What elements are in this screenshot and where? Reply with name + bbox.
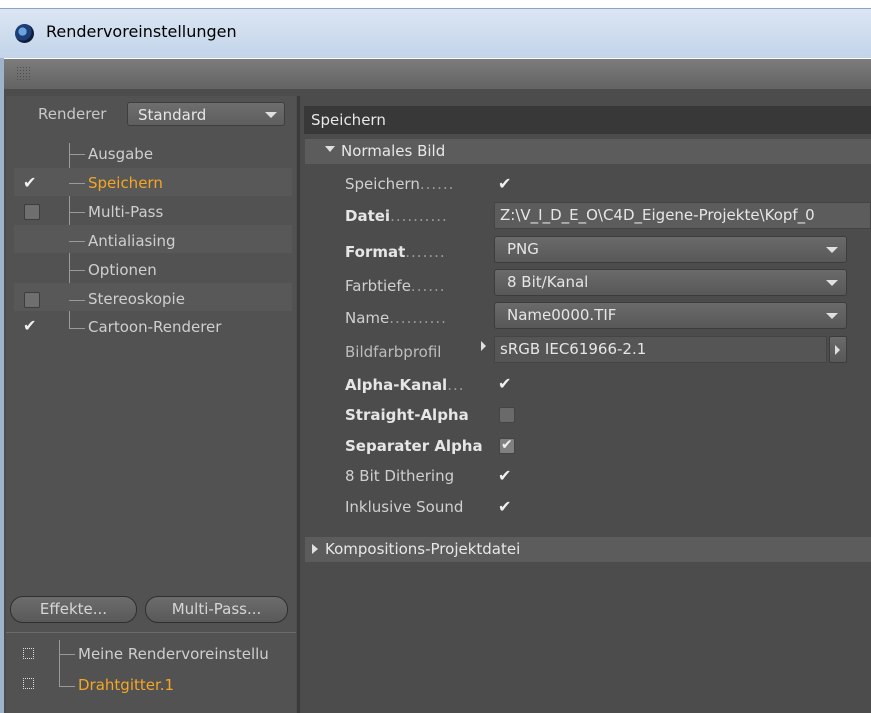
chevron-down-icon [826, 247, 838, 253]
sidebar-item-label: Stereoskopie [88, 290, 185, 308]
sidebar-item-label: Ausgabe [88, 145, 154, 163]
label-dots: ....... [405, 243, 446, 261]
render-setting-item[interactable]: Meine Rendervoreinstellu [78, 645, 294, 663]
name-dropdown[interactable]: Name0000.TIF [494, 302, 847, 329]
sidebar-item-label: Cartoon-Renderer [88, 318, 222, 336]
tree-branch [69, 328, 85, 329]
checkbox-unchecked[interactable] [24, 292, 40, 308]
label-dots: .......... [390, 207, 448, 225]
tree-branch [69, 183, 85, 184]
cinema4d-logo-icon [15, 24, 34, 43]
settings-node-icon[interactable] [23, 678, 34, 689]
triangle-right-icon [835, 345, 840, 355]
farbtiefe-label: Farbtiefe...... [345, 277, 446, 295]
section-header [304, 106, 871, 134]
format-dropdown[interactable]: PNG [494, 236, 847, 263]
checkmark-icon: ✔ [501, 437, 513, 453]
label-text: Alpha-Kanal [345, 376, 448, 394]
label-dots: .......... [389, 309, 447, 327]
file-path-field[interactable]: Z:\V_I_D_E_O\C4D_Eigene-Projekte\Kopf_0 [494, 202, 871, 229]
bildfarbprofil-label: Bildfarbprofil [345, 343, 442, 361]
sidebar-item-label: Speichern [88, 174, 163, 192]
panel-grip-bar[interactable] [4, 59, 871, 89]
straight-alpha-label: Straight-Alpha [345, 406, 469, 424]
grip-icon[interactable] [16, 66, 32, 80]
checkbox-unchecked[interactable] [24, 204, 40, 220]
dithering-checkbox[interactable]: ✔ [498, 468, 511, 484]
subsection-title: Normales Bild [341, 142, 446, 160]
label-dots: ...... [419, 175, 455, 193]
multipass-button[interactable]: Multi-Pass... [145, 596, 288, 623]
profile-menu-button[interactable] [829, 336, 847, 363]
tree-branch [59, 686, 75, 687]
speichern-label: Speichern...... [345, 175, 454, 193]
renderer-dropdown[interactable]: Standard [127, 102, 285, 126]
sidebar-item-label: Optionen [88, 261, 157, 279]
triangle-down-icon[interactable] [325, 146, 335, 152]
farbtiefe-value: 8 Bit/Kanal [507, 273, 589, 291]
checkmark-icon[interactable]: ✔ [23, 175, 36, 191]
color-depth-dropdown[interactable]: 8 Bit/Kanal [494, 269, 847, 296]
effects-button[interactable]: Effekte... [10, 596, 137, 623]
tree-branch [69, 270, 85, 271]
color-profile-field: sRGB IEC61966-2.1 [494, 336, 827, 363]
separater-alpha-checkbox[interactable]: ✔ [499, 437, 515, 454]
label-dots: ... [447, 376, 465, 394]
renderer-value: Standard [138, 106, 207, 124]
straight-alpha-checkbox[interactable] [499, 407, 515, 423]
tree-branch [69, 212, 85, 213]
format-value: PNG [507, 240, 539, 258]
name-value: Name0000.TIF [507, 306, 617, 324]
chevron-down-icon [826, 280, 838, 286]
label-text: Format [345, 243, 406, 261]
triangle-right-icon[interactable] [481, 341, 486, 351]
tree-line [59, 640, 60, 687]
tree-branch [69, 241, 85, 242]
divider [6, 632, 296, 633]
window-title: Rendervoreinstellungen [46, 22, 237, 41]
settings-node-icon[interactable] [23, 648, 34, 659]
sound-checkbox[interactable]: ✔ [498, 499, 511, 515]
format-label: Format....... [345, 243, 446, 261]
checkmark-icon[interactable]: ✔ [23, 318, 36, 334]
save-checkbox[interactable]: ✔ [498, 176, 511, 192]
sidebar-item-label: Multi-Pass [88, 203, 164, 221]
tree-branch [69, 300, 85, 301]
separater-alpha-label: Separater Alpha [345, 437, 483, 455]
render-setting-item-active[interactable]: Drahtgitter.1 [78, 676, 174, 694]
chevron-down-icon [826, 313, 838, 319]
alpha-label: Alpha-Kanal... [345, 376, 465, 394]
tree-branch [69, 154, 85, 155]
section-title: Speichern [311, 111, 386, 129]
sidebar-item-label: Antialiasing [88, 232, 176, 250]
alpha-checkbox[interactable]: ✔ [498, 376, 511, 392]
datei-label: Datei.......... [345, 207, 448, 225]
subsection-title: Kompositions-Projektdatei [325, 540, 521, 558]
chevron-down-icon [265, 112, 277, 118]
name-label: Name.......... [345, 309, 447, 327]
label-text: Datei [345, 207, 391, 225]
renderer-label: Renderer [38, 105, 107, 123]
label-text: Farbtiefe [345, 277, 411, 295]
tree-branch [59, 654, 75, 655]
label-dots: ...... [410, 277, 446, 295]
label-text: Name [345, 309, 390, 327]
dithering-label: 8 Bit Dithering [345, 467, 455, 485]
sound-label: Inklusive Sound [345, 498, 464, 516]
label-text: Speichern [345, 175, 420, 193]
triangle-right-icon[interactable] [312, 544, 318, 554]
